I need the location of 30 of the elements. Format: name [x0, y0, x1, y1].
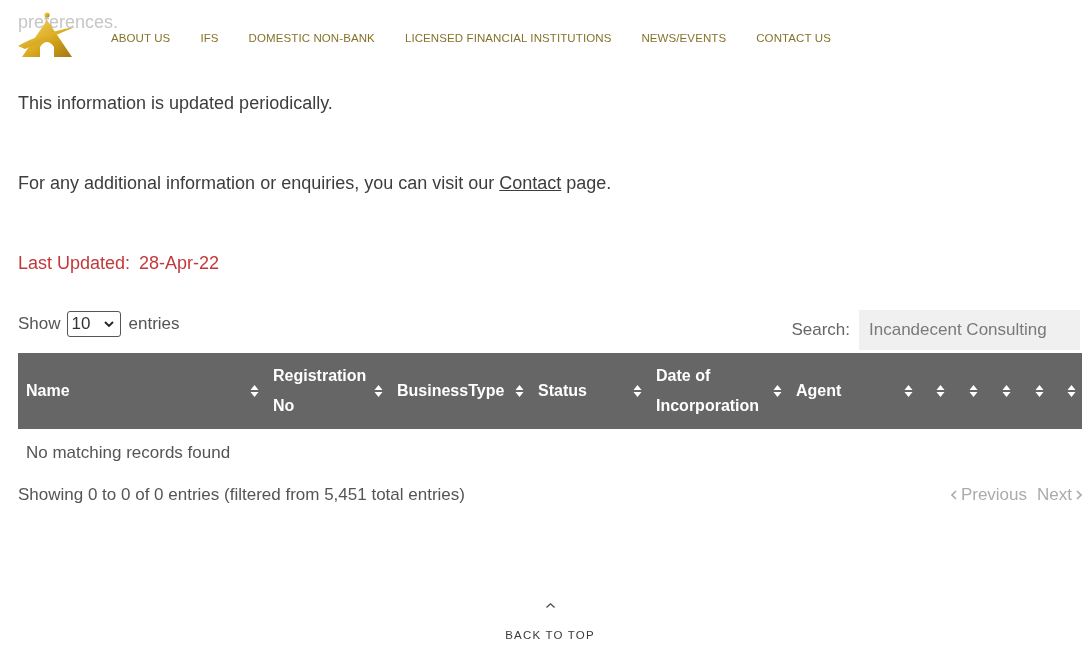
column-header[interactable]: Name [18, 353, 265, 429]
column-header[interactable]: Date of Incorporation [648, 353, 788, 429]
nav-link[interactable]: NEWS/EVENTS [641, 31, 727, 45]
chevron-right-icon [1076, 490, 1082, 500]
last-updated-label: Last Updated: [18, 252, 131, 275]
contact-link[interactable]: Contact [499, 173, 562, 193]
contact-paragraph: For any additional information or enquiries, you can visit our Contact page. [18, 172, 612, 195]
column-header[interactable]: Registration No [265, 353, 389, 429]
update-note-text: This information is updated periodically. [18, 92, 333, 115]
column-header[interactable]: Agent [788, 353, 919, 429]
last-updated-date: 28-Apr-22 [139, 252, 220, 275]
entries-label: entries [128, 314, 180, 334]
chevron-left-icon [950, 490, 957, 500]
nav-link[interactable]: LICENSED FINANCIAL INSTITUTIONS [404, 31, 612, 45]
show-label: Show [18, 314, 61, 334]
nav-link[interactable]: IFS [200, 31, 219, 45]
nav-link[interactable]: CONTACT US [756, 31, 831, 45]
search-field[interactable]: Incandecent Consulting [859, 310, 1080, 350]
entries-select[interactable]: 10 [66, 311, 121, 337]
back-to-top-link[interactable]: BACK TO TOP [505, 603, 595, 641]
paragraph-text: preferences. [18, 11, 119, 34]
caret-up-icon [545, 603, 555, 608]
chevron-down-icon [103, 321, 114, 327]
table-info-text: Showing 0 to 0 of 0 entries (filtered from 5,451 total entries) [18, 484, 465, 506]
empty-table-message: No matching records found [26, 442, 231, 464]
nav-link[interactable]: ABOUT US [111, 31, 171, 45]
column-header[interactable]: Status [530, 353, 648, 429]
nav-link[interactable]: DOMESTIC NON-BANK [248, 31, 375, 45]
search-label: Search: [791, 320, 850, 340]
column-header[interactable]: BusinessType [389, 353, 530, 429]
